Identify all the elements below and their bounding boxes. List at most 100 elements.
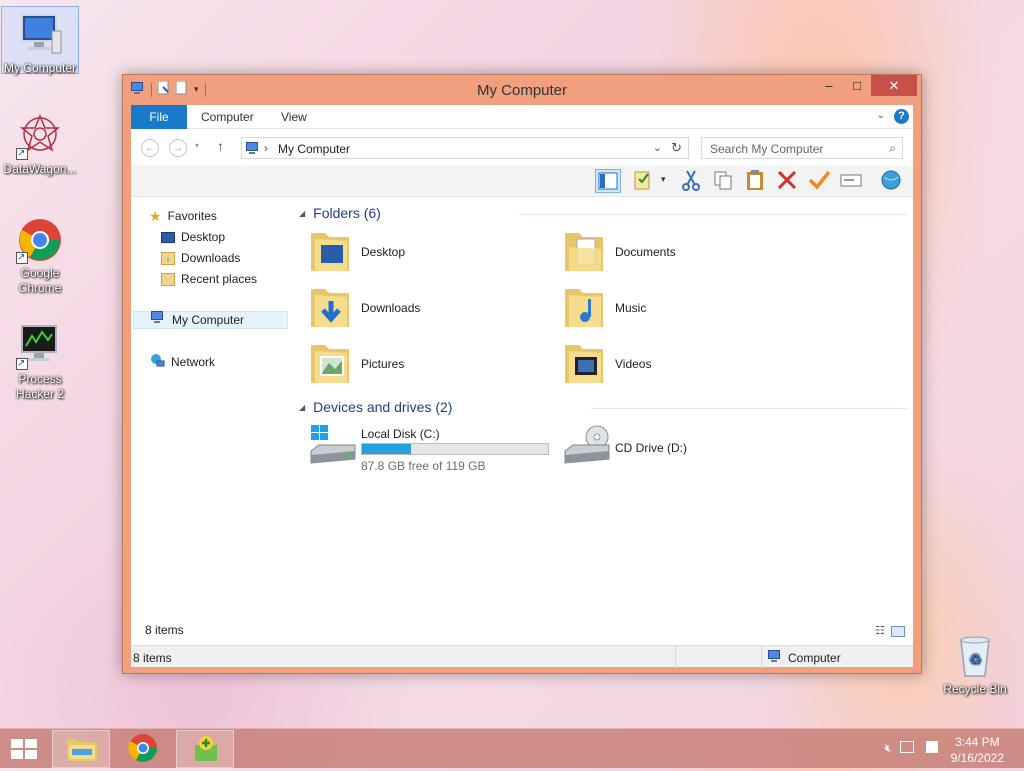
refresh-icon[interactable]: ↻ [671,140,682,156]
navigation-pane: ★ Favorites Desktop ↓ Downloads Recent p… [131,197,291,645]
folder-tile-downloads[interactable]: Downloads [309,283,549,335]
address-dropdown-icon[interactable]: ⌄ [653,141,662,154]
star-icon: ★ [149,208,162,224]
shortcut-arrow-icon [16,250,28,265]
recycle-bin-icon: ♻ [951,632,999,680]
details-view-icon[interactable]: ☷ [875,624,885,637]
nav-desktop[interactable]: Desktop [161,228,225,246]
drive-tile-local-disk[interactable]: Local Disk (C:) 87.8 GB free of 119 GB [309,423,549,475]
title-bar[interactable]: ▾ My Computer – □ ✕ [123,75,921,105]
disk-usage-bar [361,443,549,455]
paste-button[interactable] [743,169,769,193]
command-toolbar: ▾ [131,165,913,197]
nav-recent-places[interactable]: Recent places [161,270,257,288]
desktop-folder-icon [309,227,353,275]
collapse-triangle-icon[interactable]: ◢ [299,209,305,218]
taskbar-installer[interactable] [176,730,234,768]
properties-button[interactable] [631,169,657,193]
tab-file[interactable]: File [131,105,187,129]
address-row: ← → ▾ ↑ › My Computer ⌄ ↻ Search My Comp… [131,129,913,165]
collapse-triangle-icon[interactable]: ◢ [299,403,305,412]
folder-name: Desktop [361,245,406,259]
process-hacker-icon [16,322,64,371]
taskbar-chrome[interactable] [114,730,172,768]
desktop-icon-process-hacker[interactable]: Process Hacker 2 [1,322,79,402]
breadcrumb-my-computer[interactable]: My Computer [278,142,350,156]
clock-time: 3:44 PM [954,735,1000,749]
desktop-icon-label: Google Chrome [18,266,62,295]
folder-tile-desktop[interactable]: Desktop [309,227,549,279]
shortcut-arrow-icon [16,356,28,371]
desktop-icon-label: DataWagon... [3,162,77,176]
help-icon[interactable]: ? [894,109,909,124]
chrome-icon [16,216,64,265]
desktop-icon-datawagon[interactable]: DataWagon... [1,112,79,177]
item-count: 8 items [145,623,184,637]
group-divider [591,408,907,409]
taskbar: 🔇︎ 3:44 PM 9/16/2022 [0,728,1024,768]
videos-folder-icon [563,339,607,387]
back-button[interactable]: ← [141,139,159,157]
drives-group-header[interactable]: ◢ Devices and drives (2) [299,399,452,415]
folders-group-header[interactable]: ◢ Folders (6) [299,205,381,221]
music-folder-icon [563,283,607,331]
folder-tile-videos[interactable]: Videos [563,339,803,391]
tiles-view-icon[interactable] [891,626,905,637]
clock[interactable]: 3:44 PM 9/16/2022 [951,734,1004,766]
folder-name: Music [615,301,647,315]
select-button[interactable] [839,169,865,193]
search-placeholder: Search My Computer [710,142,824,156]
nav-network-label: Network [171,355,216,369]
desktop-icon-my-computer[interactable]: My Computer [1,6,79,75]
taskbar-file-explorer[interactable] [52,730,110,768]
forward-button[interactable]: → [169,139,187,157]
copy-button[interactable] [711,169,737,193]
checkmark-icon [808,170,831,190]
nav-downloads[interactable]: ↓ Downloads [161,249,240,267]
windows-logo-icon [11,739,37,759]
minimize-button[interactable]: – [815,75,843,96]
folder-tile-music[interactable]: Music [563,283,803,335]
desktop-icon-recycle-bin[interactable]: ♻ Recycle Bin [936,632,1014,697]
recent-locations-icon[interactable]: ▾ [195,141,199,150]
breadcrumb-separator[interactable]: › [264,141,268,155]
explorer-window[interactable]: ▾ My Computer – □ ✕ File Computer View ⌄… [122,74,922,674]
folder-tile-documents[interactable]: Documents [563,227,803,279]
computer-icon [150,311,166,329]
cut-button[interactable] [679,169,705,193]
address-computer-icon [246,142,260,157]
nav-downloads-label: Downloads [181,251,241,265]
maximize-button[interactable]: □ [843,75,871,96]
group-divider [519,214,907,215]
globe-icon [881,170,901,190]
up-arrow-icon[interactable]: ↑ [217,138,224,154]
rename-button[interactable] [807,169,833,193]
drives-header-label: Devices and drives (2) [313,399,453,415]
preview-pane-button[interactable] [595,169,621,193]
tab-computer[interactable]: Computer [187,105,268,129]
folder-tile-pictures[interactable]: Pictures [309,339,549,391]
start-button[interactable] [0,730,48,768]
drive-name: CD Drive (D:) [615,441,687,455]
drive-tile-cd[interactable]: CD Drive (D:) [563,423,803,475]
svg-text:♻: ♻ [969,651,982,667]
network-status-icon[interactable] [900,741,914,753]
properties-dropdown-icon[interactable]: ▾ [661,174,666,185]
downloads-folder-icon [309,283,353,331]
action-center-icon[interactable] [926,741,938,753]
desktop-icon-google-chrome[interactable]: Google Chrome [1,216,79,296]
volume-muted-icon[interactable]: 🔇︎ [884,741,892,756]
folders-header-label: Folders (6) [313,205,381,221]
ribbon-expand-icon[interactable]: ⌄ [877,110,885,121]
tab-view[interactable]: View [267,105,321,129]
search-input[interactable]: Search My Computer ⌕ [701,137,903,159]
address-bar[interactable]: › My Computer ⌄ ↻ [241,137,689,159]
nav-my-computer[interactable]: My Computer [133,311,288,329]
nav-favorites[interactable]: ★ Favorites [149,207,217,225]
network-location-button[interactable] [879,169,905,193]
nav-network[interactable]: Network [149,353,215,371]
close-button[interactable]: ✕ [871,75,917,96]
nav-recent-places-label: Recent places [181,272,258,286]
file-explorer-icon [67,739,97,761]
delete-button[interactable] [775,169,801,193]
